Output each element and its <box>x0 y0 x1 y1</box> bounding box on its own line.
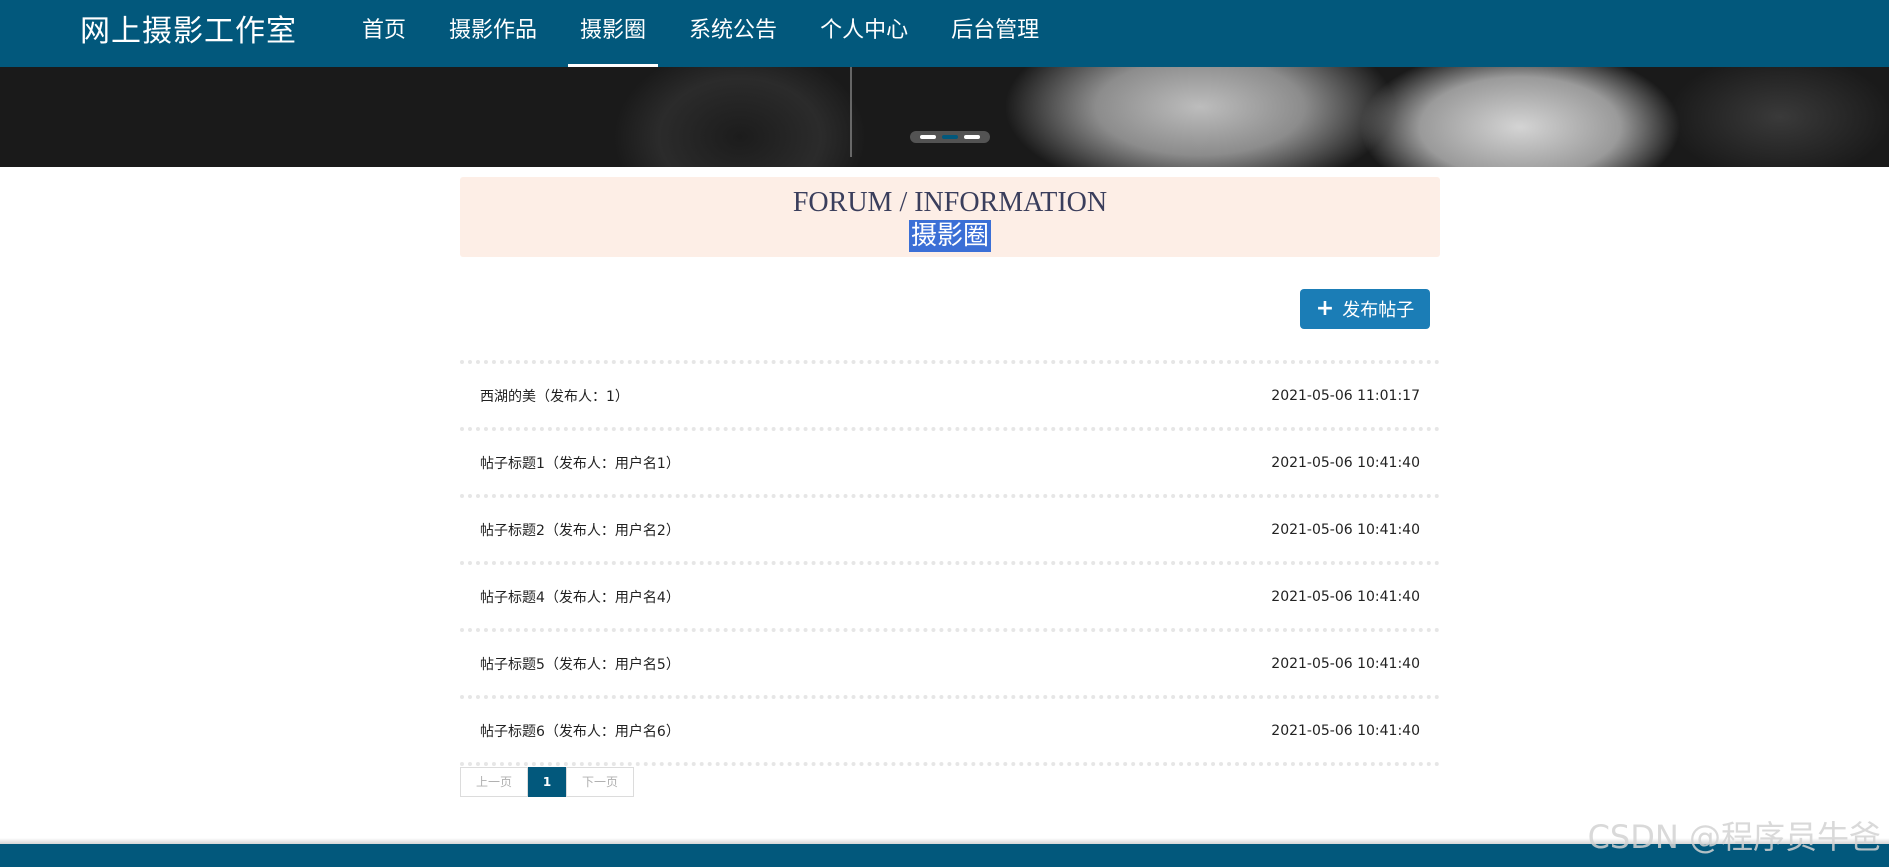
publish-post-button[interactable]: + 发布帖子 <box>1300 289 1430 329</box>
list-item[interactable]: 帖子标题1（发布人：用户名1） 2021-05-06 10:41:40 <box>460 427 1440 494</box>
section-title-en: FORUM / INFORMATION <box>792 187 1108 218</box>
next-page-button[interactable]: 下一页 <box>566 767 634 797</box>
page-number-current[interactable]: 1 <box>528 767 566 797</box>
watermark: CSDN @程序员牛爸 <box>1587 818 1881 856</box>
nav-personal-center[interactable]: 个人中心 <box>808 0 920 67</box>
post-title[interactable]: 西湖的美（发布人：1） <box>480 386 629 406</box>
post-title[interactable]: 帖子标题4（发布人：用户名4） <box>480 587 680 607</box>
nav-home[interactable]: 首页 <box>350 0 418 67</box>
main-nav: 首页 摄影作品 摄影圈 系统公告 个人中心 后台管理 <box>350 0 1070 67</box>
plus-icon: + <box>1315 296 1335 321</box>
post-time: 2021-05-06 10:41:40 <box>1271 655 1420 672</box>
post-title[interactable]: 帖子标题5（发布人：用户名5） <box>480 654 680 674</box>
carousel-dot-active[interactable] <box>942 135 958 139</box>
hero-banner <box>0 67 1889 167</box>
carousel-dot[interactable] <box>964 135 980 139</box>
post-time: 2021-05-06 10:41:40 <box>1271 521 1420 538</box>
list-item[interactable]: 帖子标题2（发布人：用户名2） 2021-05-06 10:41:40 <box>460 494 1440 561</box>
list-bottom-divider <box>460 762 1440 766</box>
post-time: 2021-05-06 11:01:17 <box>1271 387 1420 404</box>
post-title[interactable]: 帖子标题2（发布人：用户名2） <box>480 520 680 540</box>
list-item[interactable]: 帖子标题4（发布人：用户名4） 2021-05-06 10:41:40 <box>460 561 1440 628</box>
section-title-cn: 摄影圈 <box>908 220 991 252</box>
carousel-dot[interactable] <box>920 135 936 139</box>
post-list: 西湖的美（发布人：1） 2021-05-06 11:01:17 帖子标题1（发布… <box>460 360 1440 766</box>
top-navbar: 网上摄影工作室 首页 摄影作品 摄影圈 系统公告 个人中心 后台管理 <box>0 0 1889 67</box>
list-item[interactable]: 帖子标题5（发布人：用户名5） 2021-05-06 10:41:40 <box>460 628 1440 695</box>
post-time: 2021-05-06 10:41:40 <box>1271 454 1420 471</box>
publish-post-label: 发布帖子 <box>1342 300 1415 321</box>
list-item[interactable]: 西湖的美（发布人：1） 2021-05-06 11:01:17 <box>460 360 1440 427</box>
post-title[interactable]: 帖子标题6（发布人：用户名6） <box>480 721 680 741</box>
post-time: 2021-05-06 10:41:40 <box>1271 588 1420 605</box>
post-time: 2021-05-06 10:41:40 <box>1271 722 1420 739</box>
list-item[interactable]: 帖子标题6（发布人：用户名6） 2021-05-06 10:41:40 <box>460 695 1440 762</box>
post-title[interactable]: 帖子标题1（发布人：用户名1） <box>480 453 680 473</box>
nav-admin[interactable]: 后台管理 <box>939 0 1051 67</box>
prev-page-button[interactable]: 上一页 <box>460 767 528 797</box>
carousel-indicators <box>910 131 990 143</box>
nav-photo-circle[interactable]: 摄影圈 <box>568 0 659 67</box>
banner-divider <box>850 67 852 157</box>
site-brand[interactable]: 网上摄影工作室 <box>80 12 297 52</box>
nav-announcements[interactable]: 系统公告 <box>677 0 789 67</box>
pagination: 上一页 1 下一页 <box>460 767 634 797</box>
section-title-box: FORUM / INFORMATION 摄影圈 <box>460 177 1440 257</box>
nav-works[interactable]: 摄影作品 <box>437 0 549 67</box>
